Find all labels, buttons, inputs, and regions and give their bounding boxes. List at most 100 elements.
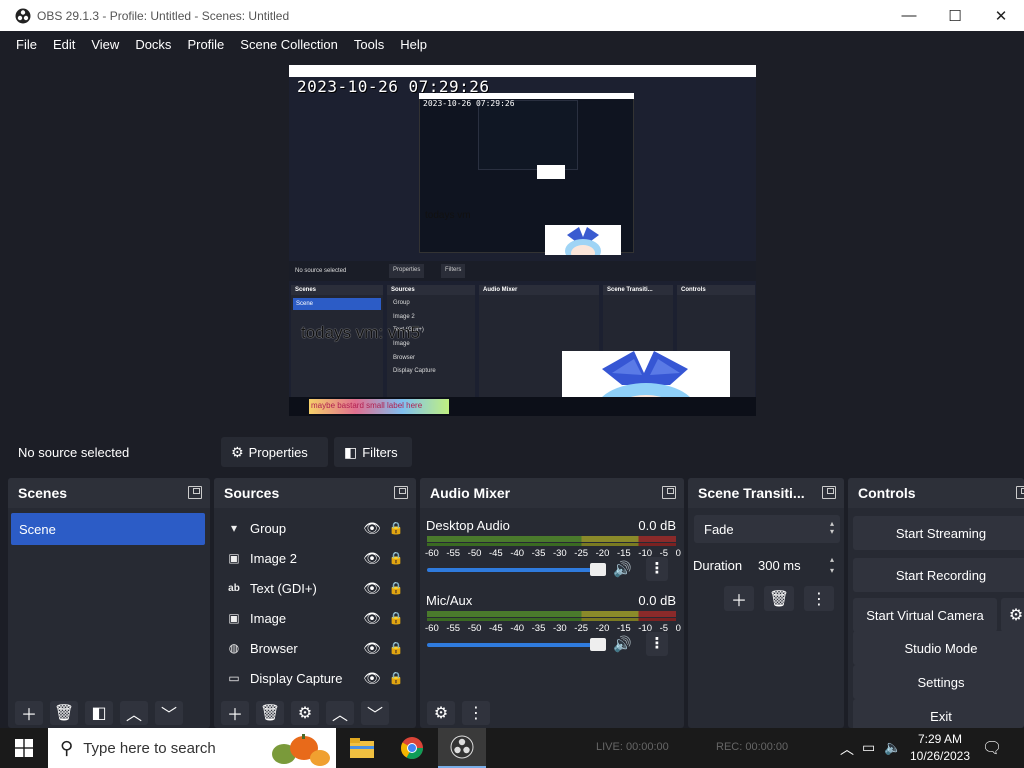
taskbar-clock[interactable]: 7:29 AM 10/26/2023 [905, 731, 975, 765]
add-transition-button[interactable]: ＋ [724, 586, 754, 611]
start-streaming-button[interactable]: Start Streaming [853, 516, 1024, 550]
add-scene-button[interactable]: ＋ [15, 701, 43, 725]
rec-status: REC: 00:00:00 [716, 741, 789, 753]
studio-mode-button[interactable]: Studio Mode [853, 631, 1024, 665]
preview-area[interactable]: 2023-10-26 07:29:26 todays vm 2023-10-26… [8, 57, 1024, 430]
source-label: Group [250, 520, 287, 536]
taskbar-search[interactable]: ⚲ Type here to search [48, 728, 336, 768]
move-source-up-button[interactable]: ︿ [326, 701, 354, 725]
advanced-audio-properties-button[interactable]: ⚙ [427, 701, 455, 725]
undock-icon[interactable] [662, 486, 676, 499]
source-item-group[interactable]: ▾ Group 👁 🔒 [214, 513, 414, 543]
lock-icon[interactable]: 🔒 [388, 641, 404, 655]
menu-edit[interactable]: Edit [45, 37, 83, 52]
start-recording-button[interactable]: Start Recording [853, 558, 1024, 592]
settings-button[interactable]: Settings [853, 665, 1024, 699]
eye-icon[interactable]: 👁 [362, 640, 382, 657]
network-icon[interactable]: ▭ [862, 739, 875, 756]
source-item-image-2[interactable]: ▣ Image 2 👁 🔒 [214, 543, 414, 573]
audio-mixer-header: Audio Mixer [420, 478, 684, 508]
start-button[interactable] [0, 728, 48, 768]
exit-button[interactable]: Exit [853, 699, 1024, 728]
eye-icon[interactable]: 👁 [362, 610, 382, 627]
channel-menu-button[interactable]: ⋮ [646, 632, 668, 656]
menu-view[interactable]: View [83, 37, 127, 52]
maximize-button[interactable]: ☐ [932, 0, 978, 31]
move-source-down-button[interactable]: ﹀ [361, 701, 389, 725]
source-properties-button[interactable]: ⚙ [291, 701, 319, 725]
nested-timestamp-small: 2023-10-26 07:29:26 [423, 99, 515, 108]
file-explorer-app[interactable] [338, 728, 386, 768]
virtual-camera-settings-button[interactable]: ⚙ [1001, 598, 1024, 632]
eye-icon[interactable]: 👁 [362, 670, 382, 687]
lock-icon[interactable]: 🔒 [388, 581, 404, 595]
spinner-arrows-icon[interactable]: ▴ ▾ [830, 554, 834, 576]
scene-filters-button[interactable]: ◧ [85, 701, 113, 725]
mixer-menu-button[interactable]: ⋮ [462, 701, 490, 725]
properties-button[interactable]: ⚙ Properties [221, 437, 328, 467]
speaker-icon[interactable]: 🔊 [613, 635, 632, 653]
mixer-channel-desktop-audio: Desktop Audio 0.0 dB -60 -55 -50 -45 -40 -35-… [420, 514, 682, 582]
filters-button[interactable]: ◧ Filters [334, 437, 412, 467]
remove-transition-button[interactable]: 🗑 [764, 586, 794, 611]
channel-menu-button[interactable]: ⋮ [646, 557, 668, 581]
lock-icon[interactable]: 🔒 [388, 611, 404, 625]
start-virtual-camera-button[interactable]: Start Virtual Camera [853, 598, 997, 632]
eye-icon[interactable]: 👁 [362, 580, 382, 597]
duration-input[interactable]: 300 ms ▴ ▾ [748, 551, 840, 579]
notification-icon[interactable]: 🗨 [982, 738, 1002, 758]
source-item-browser[interactable]: ◍ Browser 👁 🔒 [214, 633, 414, 663]
nested-character-image-tiny [537, 165, 565, 179]
minimize-button[interactable]: — [886, 0, 932, 31]
volume-slider-thumb[interactable] [590, 638, 606, 651]
remove-scene-button[interactable]: 🗑 [50, 701, 78, 725]
menu-file[interactable]: File [8, 37, 45, 52]
chrome-app[interactable] [388, 728, 436, 768]
source-item-display-capture[interactable]: ▭ Display Capture 👁 🔒 [214, 663, 414, 693]
move-scene-down-button[interactable]: ﹀ [155, 701, 183, 725]
add-source-button[interactable]: ＋ [221, 701, 249, 725]
menu-profile[interactable]: Profile [179, 37, 232, 52]
obs-app[interactable] [438, 728, 486, 768]
source-item-image[interactable]: ▣ Image 👁 🔒 [214, 603, 414, 633]
transition-menu-button[interactable]: ⋮ [804, 586, 834, 611]
undock-icon[interactable] [188, 486, 202, 499]
move-scene-up-button[interactable]: ︿ [120, 701, 148, 725]
undock-icon[interactable] [822, 486, 836, 499]
volume-slider-thumb[interactable] [590, 563, 606, 576]
clock-time: 7:29 AM [917, 732, 963, 746]
nested-controls-header: Controls [677, 285, 755, 295]
transition-select[interactable]: Fade ▴ ▾ [694, 515, 840, 543]
scene-item[interactable]: Scene [11, 513, 205, 545]
remove-source-button[interactable]: 🗑 [256, 701, 284, 725]
speaker-icon[interactable]: 🔊 [613, 560, 632, 578]
transition-buttons: ＋ 🗑 ⋮ [724, 586, 844, 611]
volume-meter [427, 611, 676, 617]
volume-slider-track[interactable] [427, 568, 603, 572]
scenes-dock: Scenes Scene ＋ 🗑 ◧ ︿ ﹀ [8, 478, 210, 728]
tray-chevron-icon[interactable]: ︿ [840, 739, 854, 759]
menu-bar: File Edit View Docks Profile Scene Colle… [0, 31, 1024, 57]
nested-scenes-header: Scenes [291, 285, 383, 295]
preview-canvas[interactable]: 2023-10-26 07:29:26 todays vm 2023-10-26… [289, 65, 756, 416]
volume-slider-track[interactable] [427, 643, 603, 647]
text-icon: ab [228, 582, 240, 594]
lock-icon[interactable]: 🔒 [388, 671, 404, 685]
undock-icon[interactable] [1016, 486, 1024, 499]
close-button[interactable]: ✕ [978, 0, 1024, 31]
undock-icon[interactable] [394, 486, 408, 499]
menu-docks[interactable]: Docks [127, 37, 179, 52]
properties-label: Properties [248, 444, 308, 460]
mixer-channel-mic-aux: Mic/Aux 0.0 dB -60 -55 -50 -45 -40 -35 -30 -25-… [420, 589, 682, 657]
volume-tray-icon[interactable]: 🔈 [884, 739, 901, 756]
eye-icon[interactable]: 👁 [362, 550, 382, 567]
menu-scene-collection[interactable]: Scene Collection [232, 37, 346, 52]
lock-icon[interactable]: 🔒 [388, 551, 404, 565]
eye-icon[interactable]: 👁 [362, 520, 382, 537]
search-icon: ⚲ [60, 737, 74, 758]
source-item-text[interactable]: ab Text (GDI+) 👁 🔒 [214, 573, 414, 603]
scenes-header: Scenes [8, 478, 210, 508]
menu-tools[interactable]: Tools [346, 37, 392, 52]
lock-icon[interactable]: 🔒 [388, 521, 404, 535]
menu-help[interactable]: Help [392, 37, 435, 52]
